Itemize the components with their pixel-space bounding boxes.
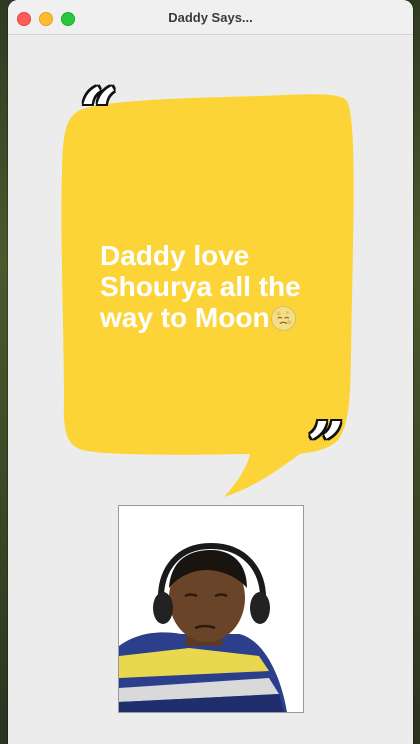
open-quote-icon: “ <box>81 74 117 147</box>
person-photo-image <box>119 506 303 712</box>
person-photo <box>118 505 304 713</box>
close-quote-icon: ” <box>308 408 344 481</box>
speech-bubble: “ ” Daddy love Shourya all the way to Mo… <box>8 0 413 520</box>
moon-face-emoji-icon <box>270 305 296 332</box>
quote-message: Daddy love Shourya all the way to Moon <box>100 240 330 333</box>
app-window: Daddy Says... “ ” Daddy love Shourya all… <box>8 0 413 744</box>
